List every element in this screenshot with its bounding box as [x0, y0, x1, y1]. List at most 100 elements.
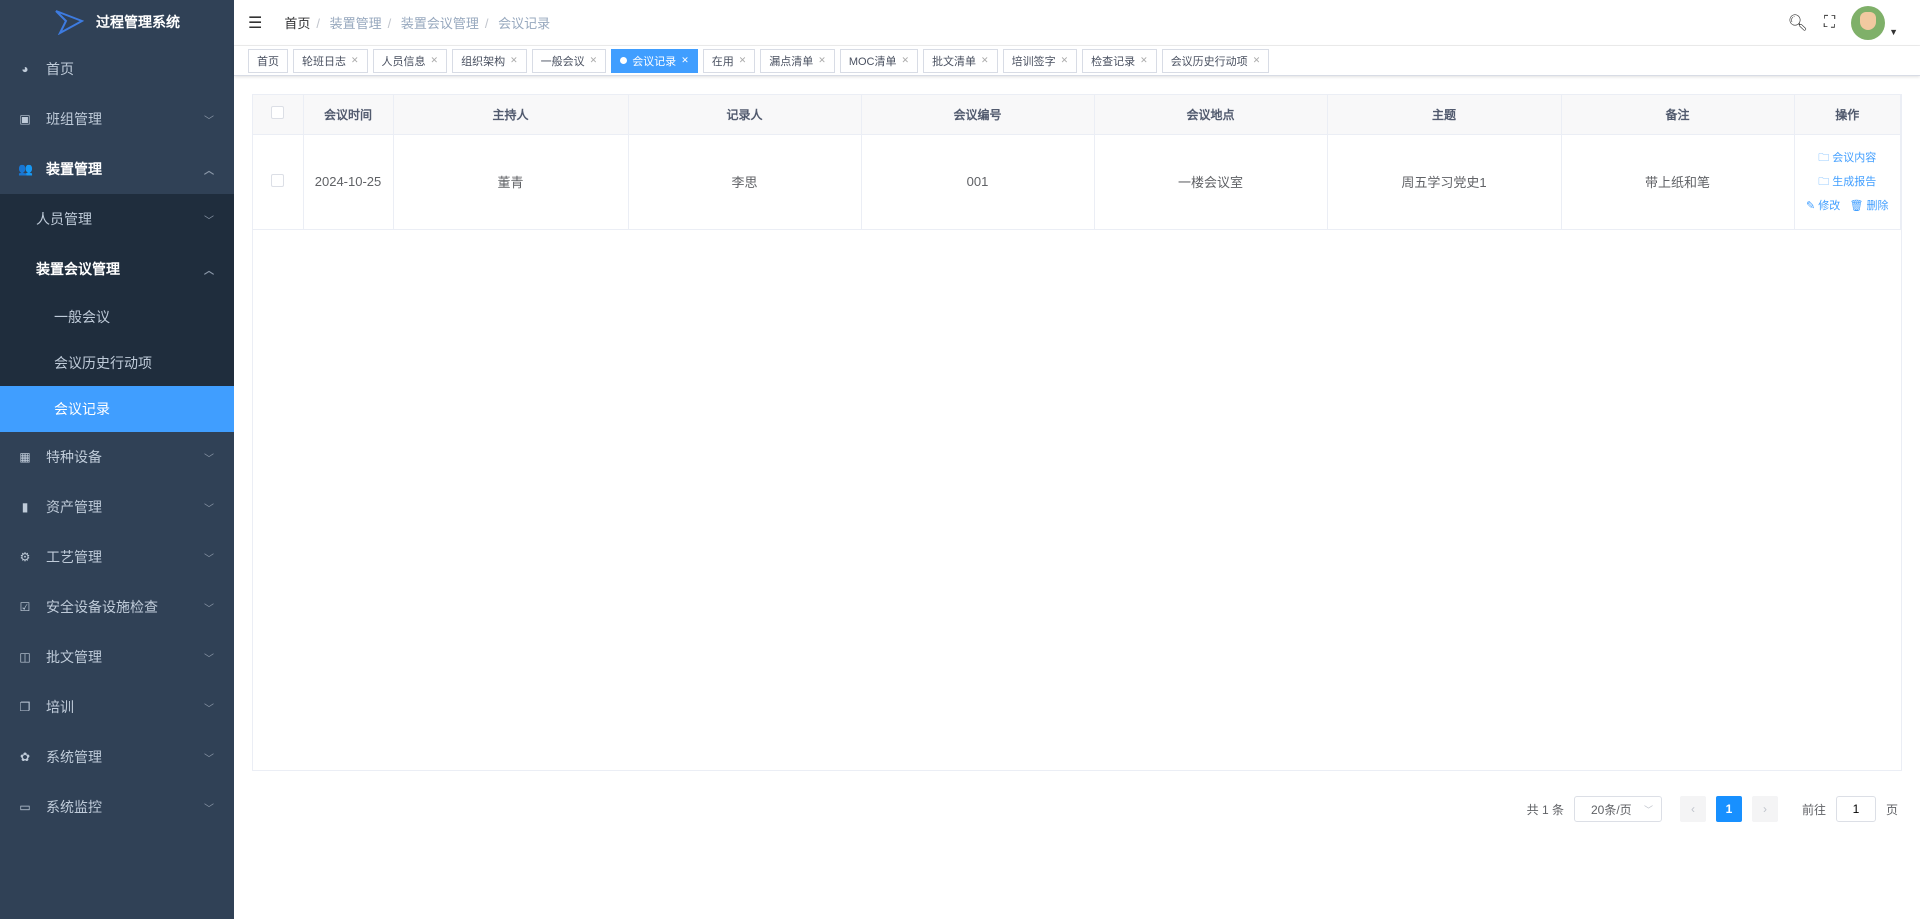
cell-host: 董青 [393, 134, 629, 230]
sidebar-item-meeting-mgmt[interactable]: 装置会议管理 ︿ [0, 244, 234, 294]
sidebar-item-process[interactable]: ⚙ 工艺管理 ﹀ [0, 532, 234, 582]
submenu-meeting: 一般会议 会议历史行动项 会议记录 [0, 294, 234, 432]
chevron-up-icon: ︿ [204, 265, 214, 277]
close-icon[interactable]: ✕ [1140, 55, 1148, 66]
breadcrumb-item[interactable]: 装置会议管理 [401, 16, 479, 31]
delete-button[interactable]: 🗑 删除 [1849, 200, 1888, 212]
close-icon[interactable]: ✕ [818, 55, 826, 66]
search-icon[interactable]: 🔍︎ [1788, 13, 1808, 33]
chevron-down-icon: ﹀ [204, 553, 214, 565]
tag-home[interactable]: 首页 [248, 48, 288, 73]
tag[interactable]: 组织架构 ✕ [452, 48, 527, 73]
row-checkbox[interactable] [271, 173, 285, 187]
generate-report-button[interactable]: 🗀 生成报告 [1795, 170, 1901, 194]
close-icon[interactable]: ✕ [510, 55, 518, 66]
trash-icon: 🗑 [1849, 199, 1867, 212]
menu-label: 系统监控 [46, 799, 102, 815]
logo[interactable]: 过程管理系统 [0, 0, 234, 44]
close-icon[interactable]: ✕ [902, 55, 910, 66]
next-page-button[interactable]: › [1751, 796, 1778, 822]
tag-active[interactable]: 会议记录 ✕ [611, 48, 698, 73]
prev-page-button[interactable]: ‹ [1679, 796, 1706, 822]
tag-label: 轮班日志 [302, 55, 346, 68]
action-label: 生成报告 [1832, 175, 1877, 188]
goto-page-input[interactable] [1835, 796, 1876, 822]
tag-label: 组织架构 [461, 55, 506, 68]
select-all-checkbox[interactable] [271, 106, 285, 120]
edit-button[interactable]: ✎ 修改 [1806, 200, 1840, 212]
tag[interactable]: 一般会议 ✕ [531, 48, 607, 73]
tag[interactable]: 检查记录 ✕ [1082, 48, 1157, 73]
sidebar-item-device[interactable]: 👥 装置管理 ︿ [0, 144, 234, 194]
menu-label: 安全设备设施检查 [46, 599, 158, 615]
page-size-value: 20条/页 [1590, 802, 1632, 817]
column-header: 主持人 [393, 95, 629, 135]
caret-down-icon[interactable]: ▼ [1889, 27, 1898, 37]
sidebar-item-general-meeting[interactable]: 一般会议 [0, 294, 234, 340]
sidebar-item-system[interactable]: ✿ 系统管理 ﹀ [0, 732, 234, 782]
tag[interactable]: 在用 ✕ [702, 48, 756, 73]
menu-label: 资产管理 [46, 499, 102, 515]
sidebar-item-meeting-record[interactable]: 会议记录 [0, 386, 234, 432]
breadcrumb-item[interactable]: 首页 [284, 16, 310, 31]
menu-label: 特种设备 [46, 449, 102, 465]
sidebar-item-home[interactable]: ◕ 首页 [0, 44, 234, 94]
menu-toggle-icon[interactable]: ☰ [248, 13, 262, 33]
close-icon[interactable]: ✕ [351, 55, 359, 66]
folder-icon: 🗀 [1818, 151, 1833, 164]
close-icon[interactable]: ✕ [739, 55, 747, 66]
chevron-up-icon: ︿ [204, 165, 214, 177]
page-suffix: 页 [1885, 802, 1898, 817]
sidebar-item-monitor[interactable]: ▭ 系统监控 ﹀ [0, 782, 234, 832]
breadcrumb-item: 会议记录 [498, 16, 551, 31]
sidebar-item-training[interactable]: ❐ 培训 ﹀ [0, 682, 234, 732]
close-icon[interactable]: ✕ [981, 55, 989, 66]
logo-icon [55, 10, 84, 35]
chevron-down-icon: ﹀ [204, 803, 214, 815]
sidebar-item-meeting-history[interactable]: 会议历史行动项 [0, 340, 234, 386]
folder-icon: 🗀 [1818, 175, 1833, 188]
close-icon[interactable]: ✕ [681, 55, 689, 66]
active-dot-icon [620, 57, 628, 64]
breadcrumb-item[interactable]: 装置管理 [330, 16, 382, 31]
close-icon[interactable]: ✕ [590, 55, 598, 66]
close-icon[interactable]: ✕ [1061, 55, 1069, 66]
close-icon[interactable]: ✕ [1253, 55, 1261, 66]
select-all-cell [253, 95, 304, 135]
meeting-content-button[interactable]: 🗀 会议内容 [1795, 146, 1901, 170]
pagination: 共 1 条 20条/页 ﹀ ‹ 1 › 前往 页 [1527, 796, 1898, 822]
header: ☰ 首页 / 装置管理 / 装置会议管理 / 会议记录 🔍︎ ⛶ ▼ [234, 0, 1920, 46]
cell-number: 001 [861, 134, 1095, 230]
tag[interactable]: 人员信息 ✕ [372, 48, 448, 73]
tag-label: 人员信息 [381, 55, 426, 68]
menu-label: 一般会议 [54, 309, 110, 325]
book-icon: ◫ [19, 650, 31, 664]
process-icon: ⚙ [19, 550, 31, 564]
close-icon[interactable]: ✕ [431, 55, 439, 66]
table-row: 2024-10-25 董青 李思 001 一楼会议室 周五学习党史1 带上纸和笔… [253, 134, 1901, 230]
page-size-select[interactable]: 20条/页 ﹀ [1573, 796, 1662, 822]
tag[interactable]: 会议历史行动项 ✕ [1161, 48, 1270, 73]
cell-location: 一楼会议室 [1094, 134, 1328, 230]
breadcrumb: 首页 / 装置管理 / 装置会议管理 / 会议记录 [284, 13, 556, 32]
tag[interactable]: MOC清单 ✕ [839, 48, 919, 73]
people-icon: 👥 [18, 162, 33, 176]
page-number-current[interactable]: 1 [1715, 796, 1742, 822]
sidebar-item-team[interactable]: ▣ 班组管理 ﹀ [0, 94, 234, 144]
sidebar-item-safety-check[interactable]: ☑ 安全设备设施检查 ﹀ [0, 582, 234, 632]
tag[interactable]: 培训签字 ✕ [1002, 48, 1078, 73]
avatar[interactable] [1851, 6, 1886, 40]
sidebar-item-approval[interactable]: ◫ 批文管理 ﹀ [0, 632, 234, 682]
tag-label: 会议记录 [632, 55, 677, 68]
sidebar-item-assets[interactable]: ▮ 资产管理 ﹀ [0, 482, 234, 532]
tag[interactable]: 漏点清单 ✕ [760, 48, 835, 73]
sidebar-item-special-equipment[interactable]: ▦ 特种设备 ﹀ [0, 432, 234, 482]
menu-label: 会议记录 [54, 401, 110, 417]
tag[interactable]: 轮班日志 ✕ [293, 48, 368, 73]
sidebar-item-personnel[interactable]: 人员管理 ﹀ [0, 194, 234, 244]
sidebar: 过程管理系统 ◕ 首页 ▣ 班组管理 ﹀ 👥 装置管理 ︿ 人员管理 ﹀ 装置会议管理 ︿ 一… [0, 0, 234, 919]
fullscreen-icon[interactable]: ⛶ [1824, 14, 1835, 32]
cell-remark: 带上纸和笔 [1561, 134, 1795, 230]
tag[interactable]: 批文清单 ✕ [923, 48, 998, 73]
tag-label: 在用 [711, 55, 734, 68]
